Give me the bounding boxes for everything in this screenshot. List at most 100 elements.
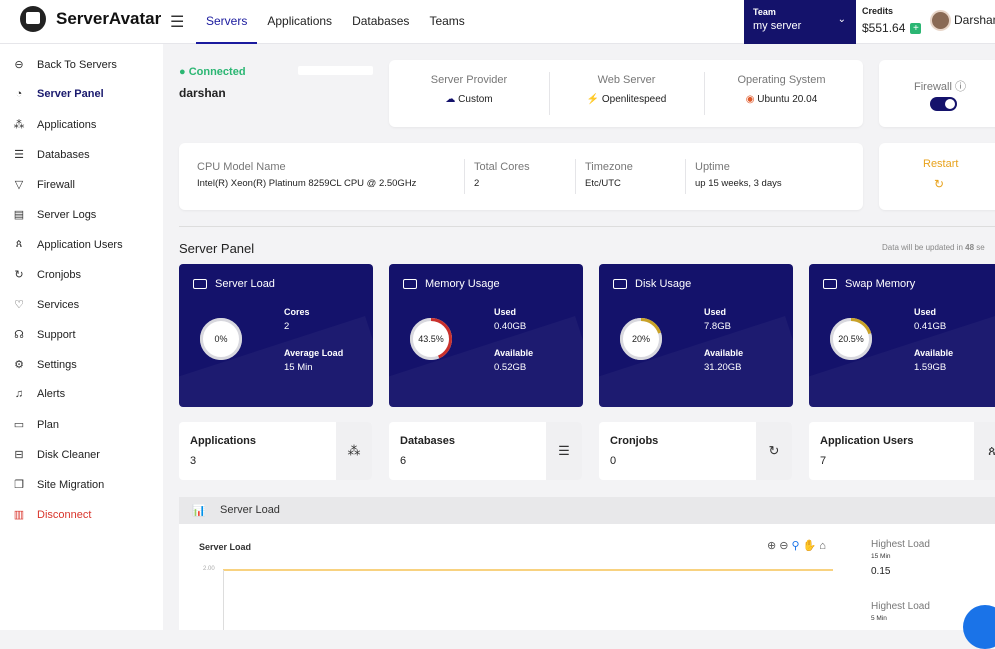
metric-value: 31.20GB: [704, 362, 742, 373]
count-card-applications[interactable]: Applications 3 ⁂: [179, 422, 372, 480]
divider: [179, 226, 995, 227]
sidebar-item-server-logs[interactable]: ▤ Server Logs: [12, 208, 97, 222]
disk-icon: [613, 279, 627, 289]
sidebar-item-cronjobs[interactable]: ↻ Cronjobs: [12, 268, 82, 282]
sidebar-item-label: Back To Servers: [37, 58, 117, 71]
user-name[interactable]: Darshan: [954, 13, 995, 27]
nav-applications[interactable]: Applications: [257, 0, 342, 44]
metric-key: Used: [494, 307, 517, 317]
support-icon: ☊: [14, 329, 24, 341]
stat-value: 0.15: [871, 566, 891, 577]
metric-value: 0.40GB: [494, 321, 527, 332]
sidebar-item-label: Firewall: [37, 178, 75, 191]
sidebar-item-label: Cronjobs: [37, 268, 82, 281]
metric-percent: 0%: [214, 334, 228, 344]
os-value: Ubuntu 20.04: [757, 94, 818, 105]
sidebar-item-services[interactable]: ♡ Services: [12, 298, 80, 312]
avatar[interactable]: [930, 10, 951, 31]
sidebar-item-application-users[interactable]: ጰ Application Users: [12, 238, 123, 251]
sidebar-item-label: Applications: [37, 118, 97, 131]
usage-ring: 20.5%: [828, 316, 874, 362]
nav-databases[interactable]: Databases: [342, 0, 419, 44]
sidebar-item-databases[interactable]: ☰ Databases: [12, 148, 90, 162]
usage-ring: 43.5%: [408, 316, 454, 362]
sidebar-item-back-to-servers[interactable]: ⊖ Back To Servers: [12, 58, 117, 72]
ubuntu-icon: ◉: [745, 94, 755, 105]
metric-title: Swap Memory: [845, 278, 916, 290]
redacted-box: [298, 66, 373, 75]
count-card-databases[interactable]: Databases 6 ☰: [389, 422, 582, 480]
os-col: Operating System ◉ Ubuntu 20.04: [704, 74, 859, 105]
services-icon: ♡: [14, 299, 24, 311]
sidebar-item-server-panel[interactable]: ◔ Server Panel: [12, 88, 104, 100]
sidebar-item-settings[interactable]: ⚙ Settings: [12, 358, 77, 372]
sidebar-item-label: Support: [37, 328, 76, 341]
firewall-toggle[interactable]: [930, 97, 957, 111]
logo[interactable]: ServerAvatar: [20, 6, 161, 32]
nav-teams[interactable]: Teams: [419, 0, 474, 44]
team-selector[interactable]: Team my server ⌄: [744, 0, 856, 44]
sidebar-item-label: Services: [37, 298, 80, 311]
restart-card[interactable]: Restart ↻: [879, 143, 995, 210]
sidebar-item-disk-cleaner[interactable]: ⊟ Disk Cleaner: [12, 448, 100, 462]
sidebar-item-support[interactable]: ☊ Support: [12, 328, 76, 342]
stat-highest-load-15: Highest Load 15 Min 0.15: [871, 539, 930, 577]
zoom-out-icon[interactable]: ⊖: [779, 540, 791, 552]
count-value: 7: [820, 455, 827, 467]
sidebar-item-disconnect[interactable]: ▥ Disconnect: [12, 508, 92, 522]
hamburger-menu-icon[interactable]: ☰: [170, 12, 184, 32]
update-count: 48: [965, 243, 975, 252]
count-card-cronjobs[interactable]: Cronjobs 0 ↻: [599, 422, 792, 480]
database-icon: ☰: [14, 149, 24, 161]
update-prefix: Data will be updated in: [882, 243, 966, 252]
y-tick-label: 2.00: [203, 566, 215, 572]
team-label: Team: [753, 7, 776, 17]
nav-servers[interactable]: Servers: [196, 0, 258, 44]
metric-percent: 43.5%: [418, 334, 444, 344]
pan-hand-icon[interactable]: ✋: [803, 540, 820, 552]
bell-icon: ♫: [14, 388, 24, 400]
sidebar-item-applications[interactable]: ⁂ Applications: [12, 118, 97, 132]
server-name: darshan: [179, 86, 226, 100]
status-text: Connected: [188, 66, 246, 78]
openlitespeed-icon: ⚡: [586, 94, 600, 105]
metric-percent: 20%: [631, 334, 650, 344]
sidebar-item-label: Plan: [37, 418, 60, 431]
dashboard-icon: ◔: [15, 88, 23, 100]
webserver-value: Openlitespeed: [601, 94, 667, 105]
usage-ring: 20%: [618, 316, 664, 362]
swap-icon: [823, 279, 837, 289]
home-icon[interactable]: ⌂: [819, 540, 829, 552]
sidebar-item-label: Disk Cleaner: [37, 448, 100, 461]
sidebar-item-firewall[interactable]: ▽ Firewall: [12, 178, 75, 192]
search-icon[interactable]: ⚲: [791, 540, 802, 552]
metric-title: Memory Usage: [425, 278, 500, 290]
metric-key: Average Load: [284, 348, 344, 358]
count-value: 6: [400, 455, 407, 467]
metric-card-memory-usage: Memory Usage 43.5% Used 0.40GB Available…: [389, 264, 583, 407]
trash-icon: ▥: [13, 509, 25, 521]
add-credits-icon[interactable]: +: [910, 22, 922, 34]
metric-key: Available: [704, 348, 744, 358]
chevron-down-icon: ⌄: [837, 14, 846, 25]
metric-title: Disk Usage: [635, 278, 692, 290]
count-label: Cronjobs: [610, 435, 659, 447]
sidebar-item-site-migration[interactable]: ❐ Site Migration: [12, 478, 104, 492]
sidebar-item-label: Disconnect: [37, 508, 92, 521]
server-load-chart-section: 📊 Server Load Server Load ⊕⊖⚲✋⌂ 2.00 Hig…: [179, 497, 995, 630]
cloud-icon: ☁: [445, 94, 456, 105]
sidebar-item-plan[interactable]: ▭ Plan: [12, 418, 60, 432]
credits-value: $551.64: [862, 21, 906, 35]
sidebar: ⊖ Back To Servers ◔ Server Panel ⁂ Applicat…: [0, 44, 163, 630]
chat-widget-icon[interactable]: [963, 605, 995, 649]
usage-ring: 0%: [198, 316, 244, 362]
sidebar-item-alerts[interactable]: ♫ Alerts: [12, 388, 65, 400]
count-card-application-users[interactable]: Application Users 7 ጰ: [809, 422, 995, 480]
sidebar-item-label: Application Users: [37, 238, 123, 251]
zoom-in-icon[interactable]: ⊕: [767, 540, 779, 552]
cores-label: Total Cores: [474, 161, 530, 173]
metric-title: Server Load: [215, 278, 275, 290]
webserver-col: Web Server ⚡ Openlitespeed: [549, 74, 704, 105]
metric-key: Available: [494, 348, 534, 358]
count-label: Applications: [190, 435, 257, 447]
